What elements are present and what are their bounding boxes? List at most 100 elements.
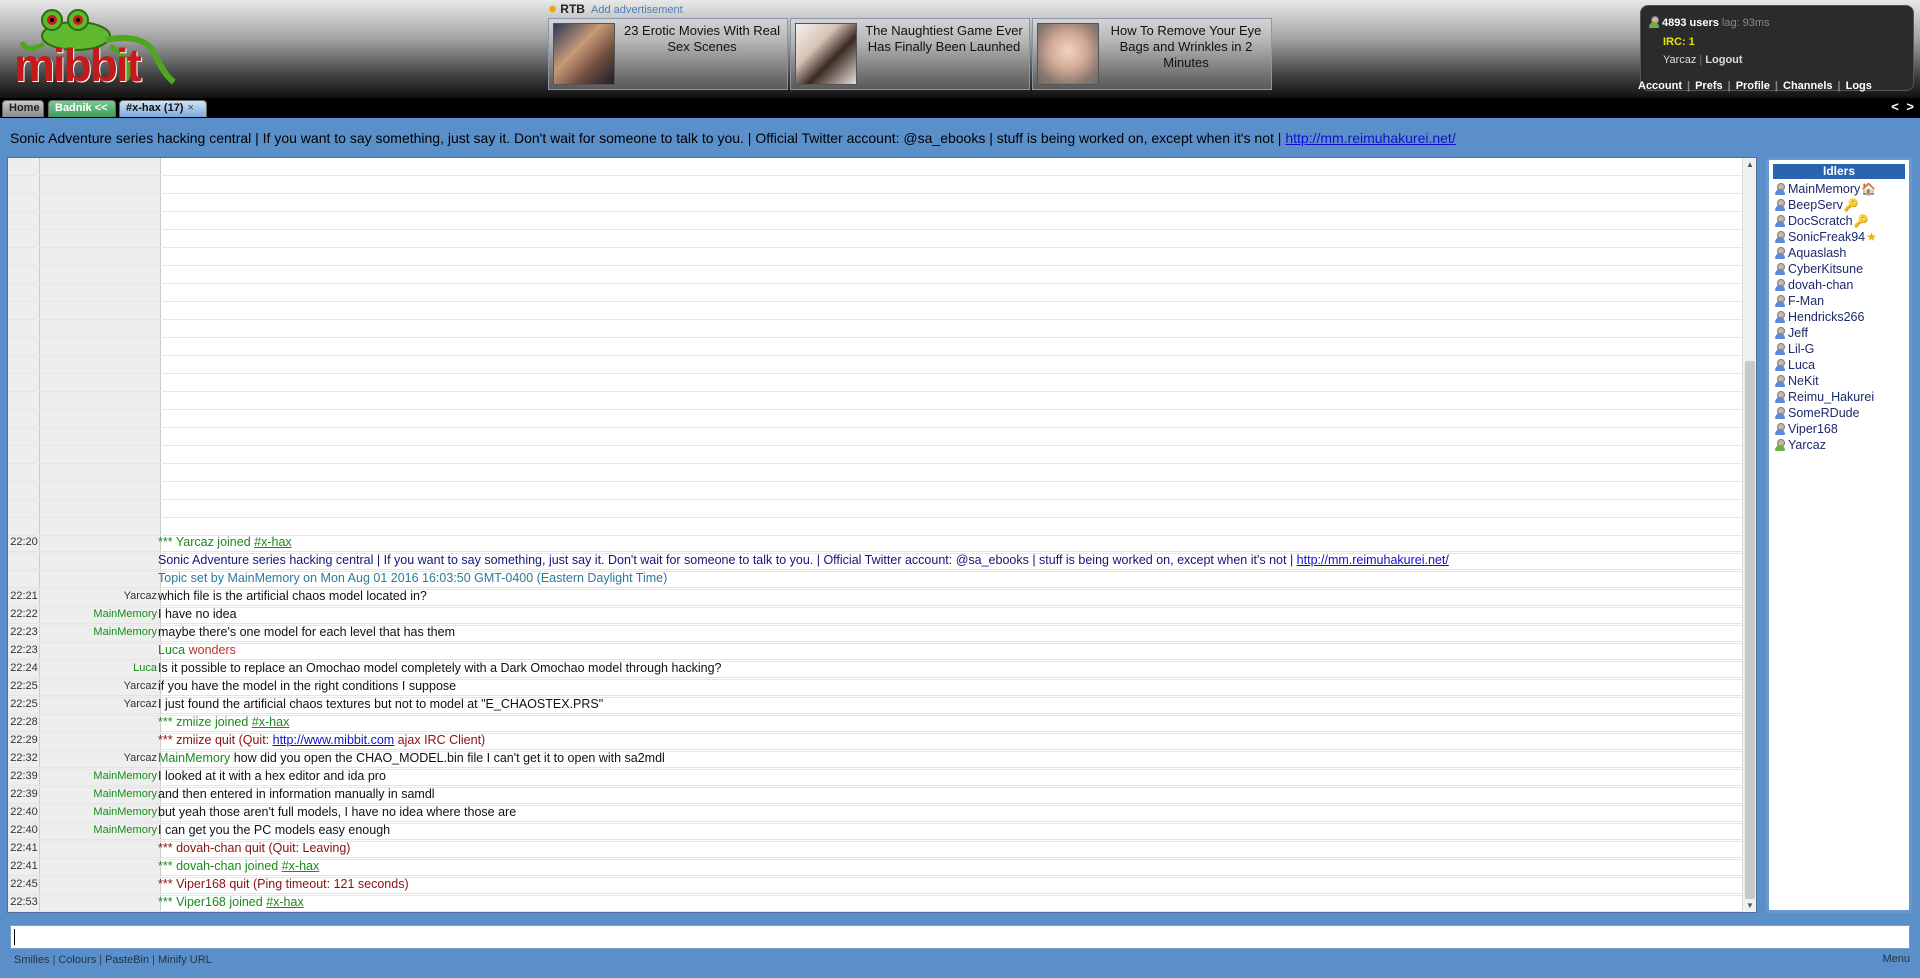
lag-indicator: lag: 93ms <box>1721 17 1770 29</box>
ad-card[interactable]: 23 Erotic Movies With Real Sex Scenes <box>548 18 788 90</box>
user-list-item[interactable]: Viper168 <box>1769 421 1909 437</box>
tab-home[interactable]: Home <box>2 100 44 117</box>
chat-message: 22:24 Luca Is it possible to replace an Om… <box>8 660 1742 678</box>
chat-window[interactable]: 22:20 *** Yarcaz joined #x-hax Sonic Adven… <box>7 157 1757 913</box>
user-icon <box>1775 215 1785 227</box>
logout-link[interactable]: Logout <box>1705 54 1742 66</box>
mentioned-nick: MainMemory <box>158 751 231 765</box>
chat-message: Sonic Adventure series hacking central |… <box>8 552 1742 570</box>
close-icon[interactable]: × <box>187 102 193 114</box>
ad-title: 23 Erotic Movies With Real Sex Scenes <box>623 23 781 54</box>
user-list-item[interactable]: Hendricks266 <box>1769 309 1909 325</box>
prefs-link[interactable]: Prefs <box>1695 80 1723 92</box>
chat-message: 22:21 Yarcaz which file is the artificial … <box>8 588 1742 606</box>
message-timestamp: 22:28 <box>10 716 38 728</box>
message-nick[interactable]: Yarcaz <box>40 678 157 695</box>
tab-scroll-arrows[interactable]: < > <box>1891 99 1916 114</box>
user-list-item[interactable]: dovah-chan <box>1769 277 1909 293</box>
channels-link[interactable]: Channels <box>1783 80 1833 92</box>
message-nick[interactable]: Yarcaz <box>40 588 157 605</box>
user-icon <box>1775 183 1785 195</box>
message-nick[interactable]: Luca <box>40 660 157 677</box>
topic-link[interactable]: http://mm.reimuhakurei.net/ <box>1285 130 1455 146</box>
user-list-item[interactable]: F-Man <box>1769 293 1909 309</box>
user-list-item[interactable]: Yarcaz <box>1769 437 1909 453</box>
user-icon <box>1775 279 1785 291</box>
action-message: Luca wonders <box>158 643 236 657</box>
minify-url-link[interactable]: Minify URL <box>158 954 212 966</box>
message-nick[interactable]: Yarcaz <box>40 750 157 767</box>
smilies-link[interactable]: Smilies <box>14 954 49 966</box>
chat-message: 22:25 Yarcaz if you have the model in the … <box>8 678 1742 696</box>
channel-topic: Sonic Adventure series hacking central |… <box>0 118 1920 156</box>
message-nick[interactable]: MainMemory <box>40 804 157 821</box>
logs-link[interactable]: Logs <box>1846 80 1872 92</box>
user-list-item[interactable]: SonicFreak94★ <box>1769 229 1909 245</box>
event-link[interactable]: #x-hax <box>266 895 304 909</box>
user-list-item[interactable]: NeKit <box>1769 373 1909 389</box>
message-nick[interactable]: MainMemory <box>40 822 157 839</box>
ad-title: How To Remove Your Eye Bags and Wrinkles… <box>1110 23 1262 70</box>
message-text: maybe there's one model for each level t… <box>158 625 455 639</box>
user-nick: Aquaslash <box>1788 246 1847 260</box>
user-icon <box>1775 343 1785 355</box>
scroll-thumb[interactable] <box>1745 361 1755 899</box>
logo-text: mibbit <box>14 39 142 91</box>
user-nick: SonicFreak94 <box>1788 230 1866 244</box>
message-timestamp: 22:23 <box>10 644 38 656</box>
event-link[interactable]: #x-hax <box>282 859 320 873</box>
user-nick: Luca <box>1788 358 1816 372</box>
key-icon: 🔑 <box>1843 198 1859 212</box>
join-event: *** Viper168 joined #x-hax <box>158 895 304 909</box>
profile-link[interactable]: Profile <box>1736 80 1770 92</box>
user-list-item[interactable]: Lil-G <box>1769 341 1909 357</box>
user-nick: Viper168 <box>1788 422 1838 436</box>
nick-line: Yarcaz | Logout <box>1663 54 1743 66</box>
user-list-item[interactable]: Aquaslash <box>1769 245 1909 261</box>
tab-x-hax[interactable]: #x-hax (17) × <box>119 100 207 117</box>
user-list-item[interactable]: CyberKitsune <box>1769 261 1909 277</box>
ad-card[interactable]: The Naughtiest Game Ever Has Finally Bee… <box>790 18 1030 90</box>
user-list-item[interactable]: BeepServ🔑 <box>1769 197 1909 213</box>
pastebin-link[interactable]: PasteBin <box>105 954 149 966</box>
add-advertisement-link[interactable]: Add advertisement <box>591 4 683 16</box>
ad-card[interactable]: How To Remove Your Eye Bags and Wrinkles… <box>1032 18 1272 90</box>
scroll-down-icon[interactable]: ▼ <box>1746 901 1754 910</box>
message-nick[interactable]: MainMemory <box>40 624 157 641</box>
message-timestamp: 22:20 <box>10 536 38 548</box>
chat-message: 22:29 *** zmiize quit (Quit: http://www.m… <box>8 732 1742 750</box>
tab-badnik[interactable]: Badnik << <box>48 100 116 117</box>
ad-thumbnail <box>553 23 615 85</box>
topic-event-link[interactable]: http://mm.reimuhakurei.net/ <box>1297 553 1449 567</box>
message-nick[interactable]: MainMemory <box>40 768 157 785</box>
message-text: but yeah those aren't full models, I hav… <box>158 805 517 819</box>
join-event: *** zmiize joined #x-hax <box>158 715 290 729</box>
user-nick: CyberKitsune <box>1788 262 1864 276</box>
scroll-up-icon[interactable]: ▲ <box>1746 160 1754 169</box>
ad-thumbnail <box>1037 23 1099 85</box>
message-nick[interactable]: MainMemory <box>40 786 157 803</box>
event-link[interactable]: #x-hax <box>252 715 290 729</box>
user-icon <box>1775 439 1785 451</box>
colours-link[interactable]: Colours <box>58 954 96 966</box>
message-timestamp: 22:39 <box>10 788 38 800</box>
user-icon <box>1775 231 1785 243</box>
mibbit-logo[interactable]: mibbit <box>6 2 176 90</box>
menu-button[interactable]: Menu <box>1882 953 1910 965</box>
account-link[interactable]: Account <box>1638 80 1682 92</box>
event-link[interactable]: http://www.mibbit.com <box>273 733 395 747</box>
user-list-item[interactable]: Luca <box>1769 357 1909 373</box>
event-link[interactable]: #x-hax <box>254 535 292 549</box>
message-timestamp: 22:41 <box>10 860 38 872</box>
user-list-item[interactable]: MainMemory🏠 <box>1769 181 1909 197</box>
user-list-item[interactable]: Jeff <box>1769 325 1909 341</box>
message-nick[interactable]: MainMemory <box>40 606 157 623</box>
message-nick[interactable]: Yarcaz <box>40 696 157 713</box>
chat-scrollbar[interactable]: ▲ ▼ <box>1742 158 1756 912</box>
user-list-item[interactable]: SomeRDude <box>1769 405 1909 421</box>
user-list-item[interactable]: DocScratch🔑 <box>1769 213 1909 229</box>
message-input[interactable] <box>10 925 1910 949</box>
chat-message: Topic set by MainMemory on Mon Aug 01 20… <box>8 570 1742 588</box>
user-list-item[interactable]: Reimu_Hakurei <box>1769 389 1909 405</box>
message-timestamp: 22:53 <box>10 896 38 908</box>
